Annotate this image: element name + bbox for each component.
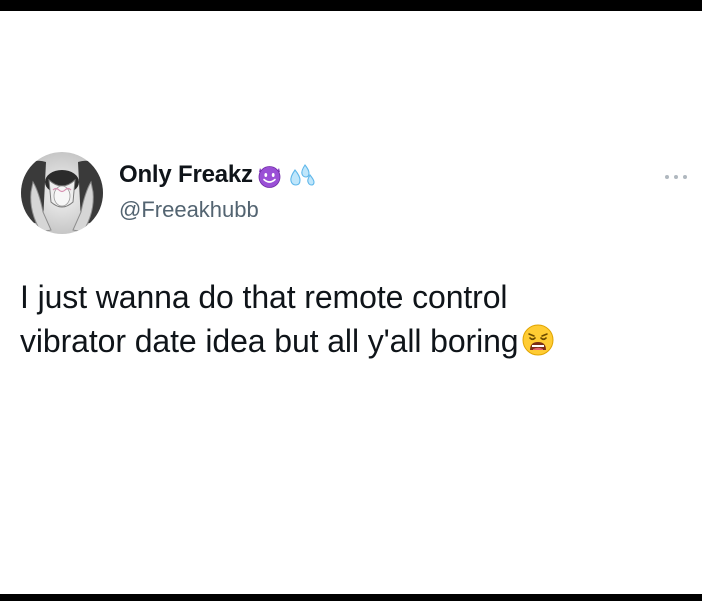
tweet-text-line-1: I just wanna do that remote control <box>20 279 508 315</box>
tweet-text: I just wanna do that remote control vibr… <box>20 275 690 363</box>
ellipsis-dot <box>683 175 687 179</box>
sweat-droplets-emoji-icon <box>286 162 316 189</box>
ellipsis-icon[interactable] <box>665 172 687 182</box>
author-display-name[interactable]: Only Freakz <box>119 161 253 189</box>
avatar[interactable] <box>21 152 103 234</box>
smiling-devil-emoji-icon <box>256 162 283 189</box>
tweet-text-line-2-row: vibrator date idea but all y'all boring <box>20 319 690 363</box>
ellipsis-dot <box>674 175 678 179</box>
tweet-text-line-2: vibrator date idea but all y'all boring <box>20 323 519 359</box>
ellipsis-dot <box>665 175 669 179</box>
author-handle[interactable]: @Freeakhubb <box>119 197 259 223</box>
tweet-card: Only Freakz @Freeakhubb I just wanna do … <box>0 0 702 594</box>
weary-face-emoji-icon <box>521 323 555 357</box>
bottom-frame-bar <box>0 594 702 601</box>
author-name-row[interactable]: Only Freakz <box>119 160 316 190</box>
